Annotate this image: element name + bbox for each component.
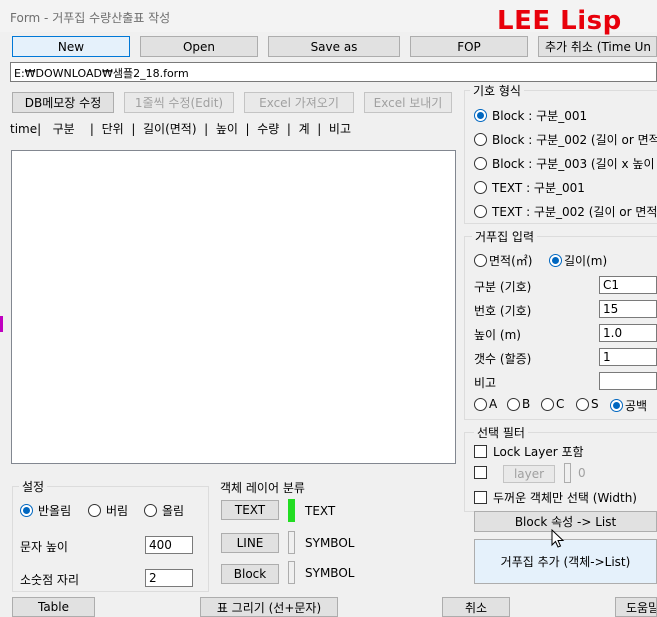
checkbox-icon [474, 445, 487, 458]
line-layer-swatch [288, 531, 295, 554]
cancel-button[interactable]: 취소 [442, 597, 510, 617]
radio-icon [474, 397, 487, 411]
list-column-header: time| 구분 | 단위 | 길이(면적) | 높이 | 수량 | 계 | 비… [10, 122, 351, 136]
fop-button[interactable]: FOP [410, 36, 528, 57]
layer-line-button[interactable]: LINE [221, 533, 279, 553]
radio-icon [474, 181, 487, 194]
edit-line-button[interactable]: 1줄씩 수정(Edit) [124, 92, 234, 113]
brand-logo-text: LEE Lisp [497, 6, 622, 36]
radio-icon [576, 397, 589, 411]
open-button[interactable]: Open [140, 36, 258, 57]
radio-icon [474, 254, 487, 267]
count-input[interactable]: 1 [599, 348, 657, 366]
height-input[interactable]: 1.0 [599, 324, 657, 342]
radio-selected-icon [610, 399, 623, 412]
height-label: 높이 (m) [474, 328, 521, 342]
layer-button[interactable]: layer [503, 465, 555, 483]
rounding-floor-radio[interactable]: 버림 [88, 502, 128, 519]
text-layer-swatch [288, 499, 295, 522]
number-code-input[interactable]: 15 [599, 300, 657, 318]
radio-icon [541, 397, 554, 411]
rounding-ceil-radio[interactable]: 올림 [144, 502, 184, 519]
radio-icon [88, 504, 101, 517]
line-layer-name: SYMBOL [305, 536, 355, 550]
layer-block-button[interactable]: Block [221, 564, 279, 584]
layer-class-title: 객체 레이어 분류 [220, 481, 305, 495]
abc-option-b[interactable]: B [507, 397, 530, 411]
file-path-field[interactable]: E:₩DOWNLOAD₩샘플2_18.form [10, 62, 657, 82]
help-button[interactable]: 도움말 [615, 597, 657, 617]
layer-value: 0 [578, 466, 586, 480]
db-memo-edit-button[interactable]: DB메모장 수정 [12, 92, 114, 113]
radio-icon [474, 157, 487, 170]
count-label: 갯수 (할증) [474, 352, 532, 366]
block-attr-to-list-button[interactable]: Block 속성 -> List [474, 511, 657, 532]
abc-option-blank[interactable]: 공백 [610, 397, 647, 414]
table-button[interactable]: Table [12, 597, 95, 617]
selection-filter-title: 선택 필터 [474, 424, 528, 441]
rounding-round-radio[interactable]: 반올림 [20, 502, 71, 519]
radio-selected-icon [549, 254, 562, 267]
text-height-input[interactable]: 400 [145, 536, 193, 554]
checkbox-icon [474, 491, 487, 504]
layer-color-swatch [564, 463, 571, 483]
radio-icon [474, 205, 487, 218]
block-layer-swatch [288, 561, 295, 584]
excel-import-button[interactable]: Excel 가져오기 [244, 92, 354, 113]
abc-option-c[interactable]: C [541, 397, 564, 411]
new-button[interactable]: New [12, 36, 130, 57]
decimals-input[interactable]: 2 [145, 569, 193, 587]
decimals-label: 소숫점 자리 [20, 573, 80, 587]
draw-table-button[interactable]: 표 그리기 (선+문자) [200, 597, 338, 617]
radio-icon [507, 397, 520, 411]
mouse-cursor-icon [551, 529, 565, 548]
text-height-label: 문자 높이 [20, 540, 68, 554]
symbol-option-3[interactable]: TEXT : 구분_001 [474, 179, 585, 196]
edge-marker [0, 316, 3, 332]
abc-option-a[interactable]: A [474, 397, 497, 411]
symbol-option-2[interactable]: Block : 구분_003 (길이 x 높이 [474, 155, 655, 172]
mode-area-radio[interactable]: 면적(㎡) [474, 252, 532, 269]
section-code-label: 구분 (기호) [474, 280, 532, 294]
radio-selected-icon [20, 504, 33, 517]
number-code-label: 번호 (기호) [474, 304, 532, 318]
formwork-input-title: 거푸집 입력 [472, 228, 538, 245]
settings-title: 설정 [19, 478, 48, 495]
remark-input[interactable] [599, 372, 657, 390]
radio-selected-icon [474, 109, 487, 122]
thick-only-checkbox[interactable]: 두꺼운 객체만 선택 (Width) [474, 489, 637, 506]
excel-export-button[interactable]: Excel 보내기 [364, 92, 452, 113]
save-as-button[interactable]: Save as [268, 36, 400, 57]
checkbox-icon [474, 466, 487, 479]
lock-layer-checkbox[interactable]: Lock Layer 포함 [474, 443, 584, 460]
symbol-option-1[interactable]: Block : 구분_002 (길이 or 면적 [474, 131, 657, 148]
text-layer-name: TEXT [305, 504, 336, 518]
block-layer-name: SYMBOL [305, 566, 355, 580]
abc-option-s[interactable]: S [576, 397, 599, 411]
layer-text-button[interactable]: TEXT [221, 500, 279, 520]
add-formwork-button[interactable]: 거푸집 추가 (객체->List) [474, 539, 657, 584]
symbol-option-0[interactable]: Block : 구분_001 [474, 107, 587, 124]
undo-add-button[interactable]: 추가 취소 (Time Un [538, 36, 657, 57]
mode-length-radio[interactable]: 길이(m) [549, 252, 607, 269]
radio-icon [474, 133, 487, 146]
section-code-input[interactable]: C1 [599, 276, 657, 294]
remark-label: 비고 [474, 376, 497, 390]
symbol-option-4[interactable]: TEXT : 구분_002 (길이 or 면적 [474, 203, 657, 220]
symbol-type-title: 기호 형식 [470, 82, 524, 99]
window-title: Form - 거푸집 수량산출표 작성 [10, 11, 171, 25]
formwork-list[interactable] [11, 150, 456, 464]
radio-icon [144, 504, 157, 517]
layer-filter-checkbox[interactable] [474, 466, 493, 479]
